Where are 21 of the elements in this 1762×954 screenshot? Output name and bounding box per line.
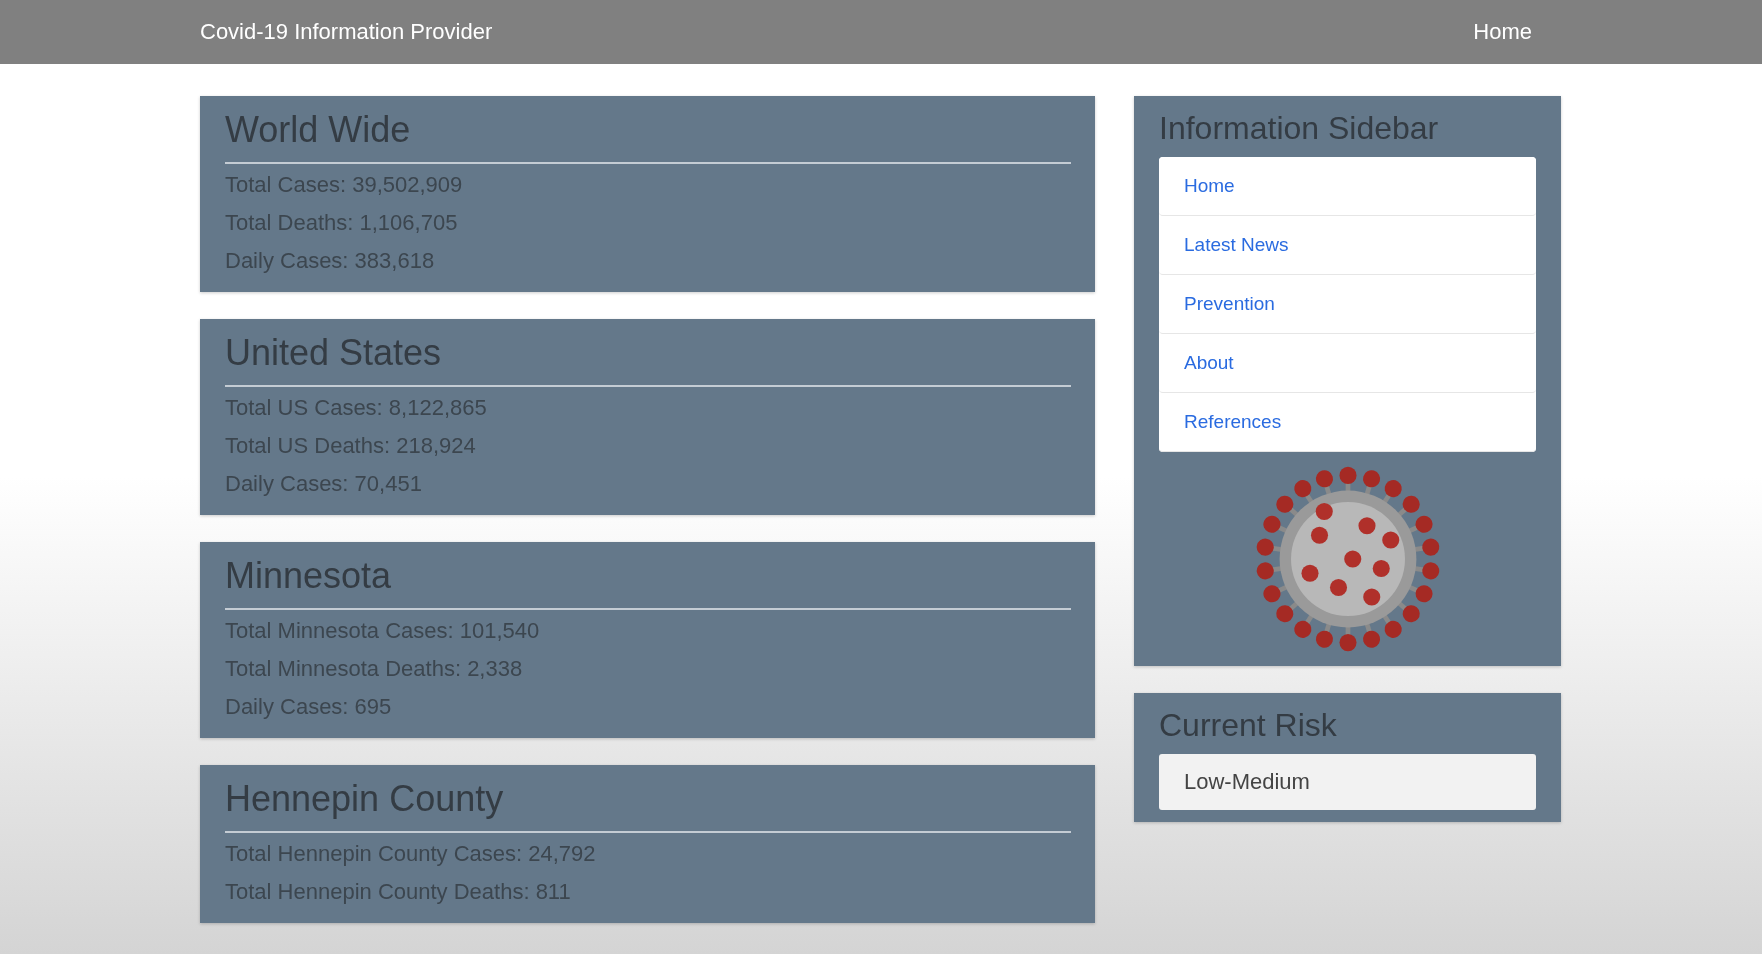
stat-text: Total Minnesota Deaths: 2,338 bbox=[225, 655, 524, 683]
brand-title[interactable]: Covid-19 Information Provider bbox=[200, 19, 493, 45]
stat-text: Daily Cases: 695 bbox=[225, 693, 393, 721]
stat-text: Total Cases: 39,502,909 bbox=[225, 171, 464, 199]
card-title: World Wide bbox=[225, 108, 412, 152]
sidebar-link[interactable]: Home bbox=[1159, 157, 1536, 216]
stat-text: Daily Cases: 383,618 bbox=[225, 247, 436, 275]
risk-title: Current Risk bbox=[1159, 707, 1338, 744]
stat-text: Total Hennepin County Deaths: 811 bbox=[225, 878, 572, 906]
stat-text: Total Minnesota Cases: 101,540 bbox=[225, 617, 541, 645]
stat-text: Total Hennepin County Cases: 24,792 bbox=[225, 840, 597, 868]
stat-text: Daily Cases: 70,451 bbox=[225, 470, 423, 498]
card-title: Minnesota bbox=[225, 554, 393, 598]
risk-level-item: Low-Medium bbox=[1159, 754, 1536, 810]
home-nav-link[interactable]: Home bbox=[1473, 19, 1532, 45]
stat-text: Total US Cases: 8,122,865 bbox=[225, 394, 488, 422]
stat-text: Total Deaths: 1,106,705 bbox=[225, 209, 459, 237]
card-title: United States bbox=[225, 331, 443, 375]
card-title: Hennepin County bbox=[225, 777, 505, 821]
stat-text: Total US Deaths: 218,924 bbox=[225, 432, 477, 460]
sidebar-title: Information Sidebar bbox=[1159, 110, 1440, 147]
